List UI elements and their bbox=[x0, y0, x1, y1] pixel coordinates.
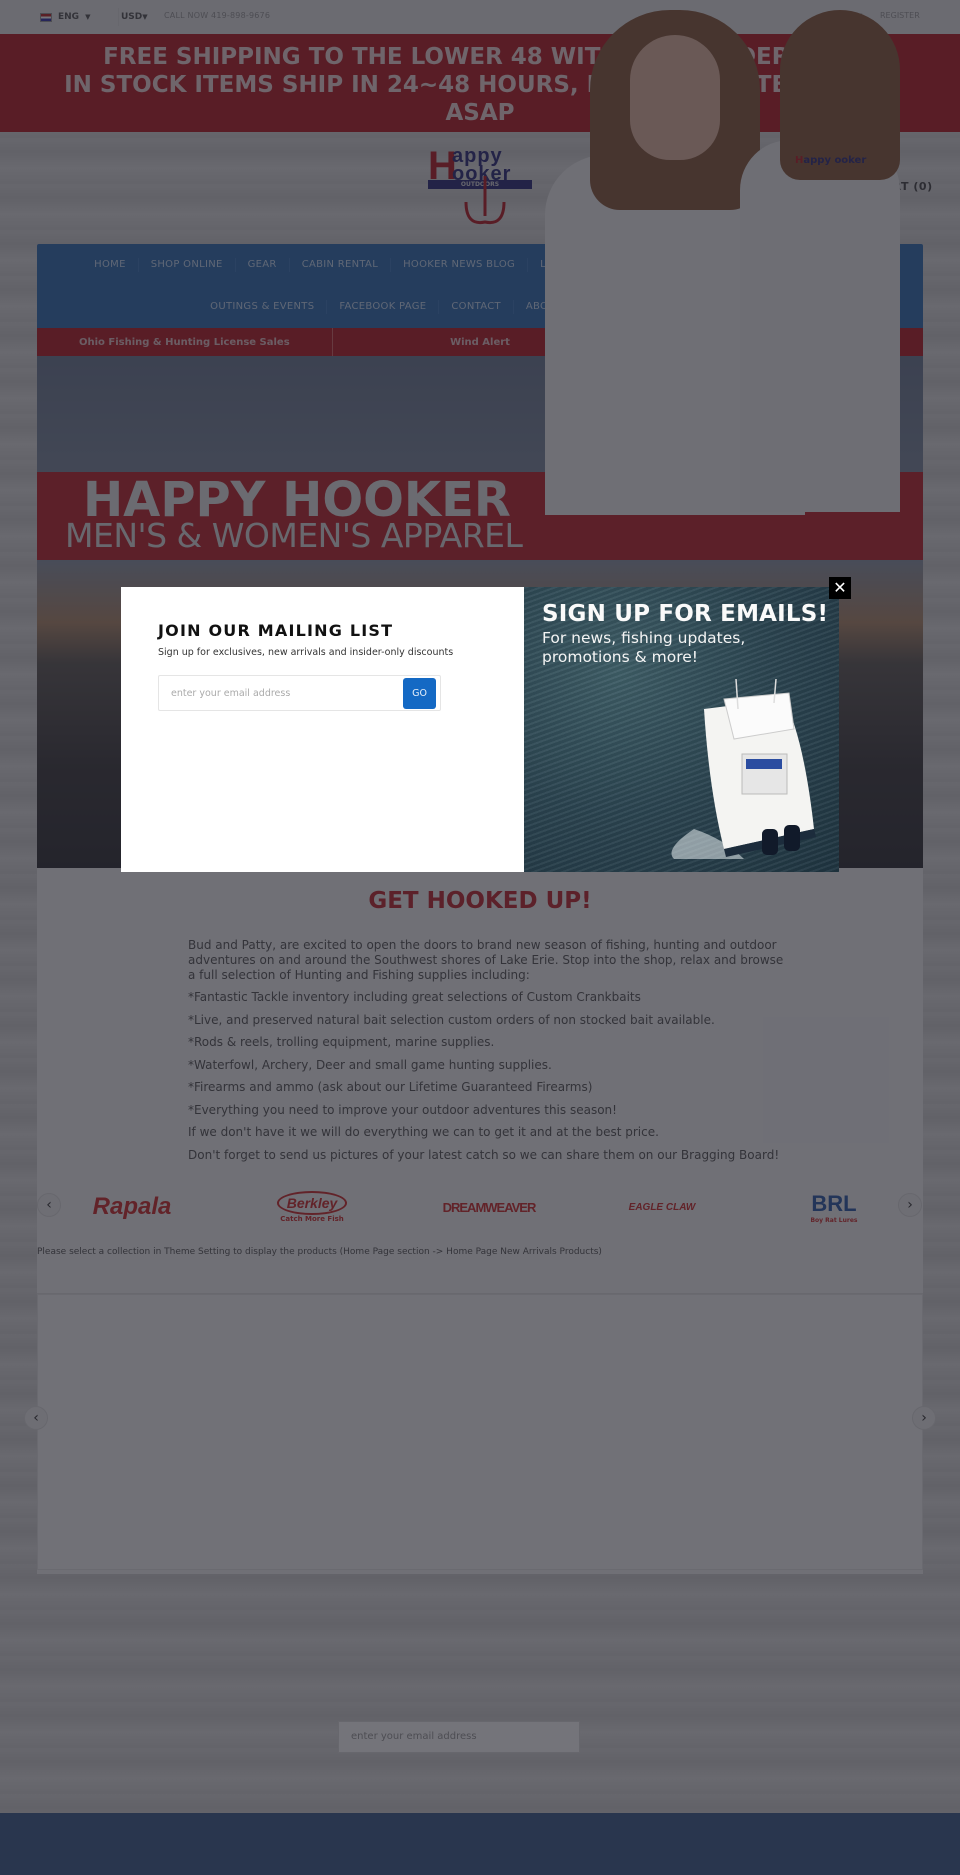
modal-email-input[interactable] bbox=[159, 676, 399, 710]
modal-form-panel: JOIN OUR MAILING LIST Sign up for exclus… bbox=[121, 587, 524, 872]
modal-promo-image: SIGN UP FOR EMAILS! For news, fishing up… bbox=[524, 587, 839, 872]
page: ENG ▼ USD ▼ CALL NOW 419-898-9676 LOGIN … bbox=[0, 0, 960, 1875]
modal-go-button[interactable]: GO bbox=[403, 678, 436, 709]
modal-copy-line-2: promotions & more! bbox=[542, 648, 699, 666]
boat-illustration bbox=[671, 679, 816, 859]
close-icon: ✕ bbox=[833, 578, 847, 597]
modal-copy: For news, fishing updates, promotions & … bbox=[542, 629, 745, 667]
modal-backdrop[interactable] bbox=[0, 0, 960, 1875]
modal-headline: SIGN UP FOR EMAILS! bbox=[542, 601, 829, 627]
mailing-list-modal: JOIN OUR MAILING LIST Sign up for exclus… bbox=[121, 587, 839, 872]
modal-copy-line-1: For news, fishing updates, bbox=[542, 629, 746, 647]
modal-subtitle: Sign up for exclusives, new arrivals and… bbox=[158, 647, 454, 658]
modal-close-button[interactable]: ✕ bbox=[829, 577, 851, 599]
modal-signup-form: GO bbox=[158, 675, 441, 711]
modal-title: JOIN OUR MAILING LIST bbox=[158, 621, 394, 640]
